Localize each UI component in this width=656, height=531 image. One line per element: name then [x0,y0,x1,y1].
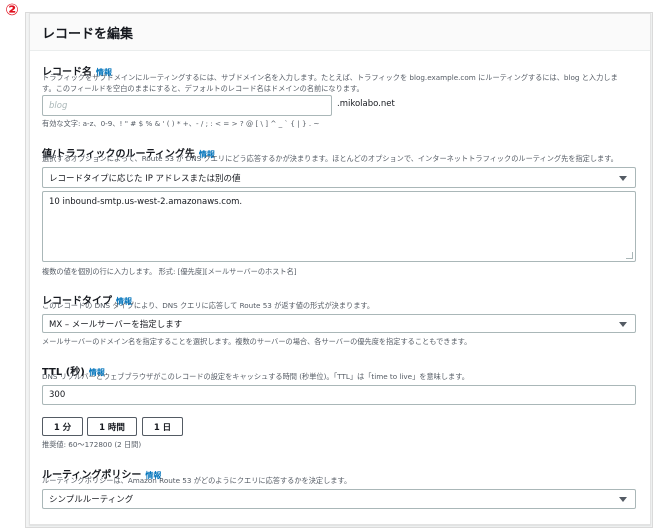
caret-down-icon [619,321,627,327]
resize-handle-icon[interactable] [626,252,633,259]
record-name-valid-chars: 有効な文字: a-z、0-9、! " # $ % & ' ( ) * +、- /… [42,119,320,128]
record-name-input[interactable]: blog [42,95,332,116]
ttl-input[interactable]: 300 [42,385,636,405]
record-name-placeholder: blog [49,100,68,111]
record-type-hint: メールサーバーのドメイン名を指定することを選択します。複数のサーバーの場合、各サ… [42,337,472,346]
record-type-selected: MX – メールサーバーを指定します [49,319,183,330]
ttl-recommended: 推奨値: 60～172800 (2 日間) [42,440,142,449]
value-hint: 複数の値を個別の行に入力します。 形式: [優先度][メールサーバーのホスト名] [42,267,297,276]
ttl-description: DNS リゾルバーとウェブブラウザがこのレコードの設定をキャッシュする時間 (秒… [42,372,469,381]
value-type-selected: レコードタイプに応じた IP アドレスまたは別の値 [49,173,241,184]
record-type-select[interactable]: MX – メールサーバーを指定します [42,314,636,333]
caret-down-icon [619,497,627,502]
routing-policy-description: ルーティングポリシーは、Amazon Route 53 がどのようにクエリに応答… [42,476,352,485]
record-name-desc-line2: す。このフィールドを空白のままにすると、デフォルトのレコード名はドメインの名前に… [42,84,364,93]
domain-suffix: .mikolabo.net [337,99,395,109]
ttl-1-minute-button[interactable]: 1 分 [42,417,83,436]
value-textarea-text: 10 inbound-smtp.us-west-2.amazonaws.com. [49,197,243,207]
value-type-select[interactable]: レコードタイプに応じた IP アドレスまたは別の値 [42,167,636,188]
ttl-value: 300 [49,390,66,400]
ttl-1-hour-button[interactable]: 1 時間 [87,417,137,436]
caret-down-icon [619,175,627,181]
ttl-1-day-button[interactable]: 1 日 [142,417,183,436]
record-type-description: このレコードの DNS タイプにより、DNS クエリに応答して Route 53… [42,301,375,310]
step-marker: ② [5,0,19,19]
value-textarea[interactable]: 10 inbound-smtp.us-west-2.amazonaws.com. [42,191,636,262]
value-description: 選択するオプションによって、Route 53 が DNS クエリにどう応答するか… [42,154,618,163]
panel-title: レコードを編集 [42,27,134,42]
edit-record-panel: レコードを編集 レコード名 情報 トラフィックをサブドメインにルーティングするには… [29,13,651,525]
record-name-desc-line1: トラフィックをサブドメインにルーティングするには、サブドメイン名を入力します。た… [42,73,618,82]
record-name-description: トラフィックをサブドメインにルーティングするには、サブドメイン名を入力します。た… [42,72,618,94]
routing-policy-select[interactable]: シンプルルーティング [42,489,636,509]
panel-header: レコードを編集 [30,14,650,51]
routing-policy-selected: シンプルルーティング [49,495,134,505]
